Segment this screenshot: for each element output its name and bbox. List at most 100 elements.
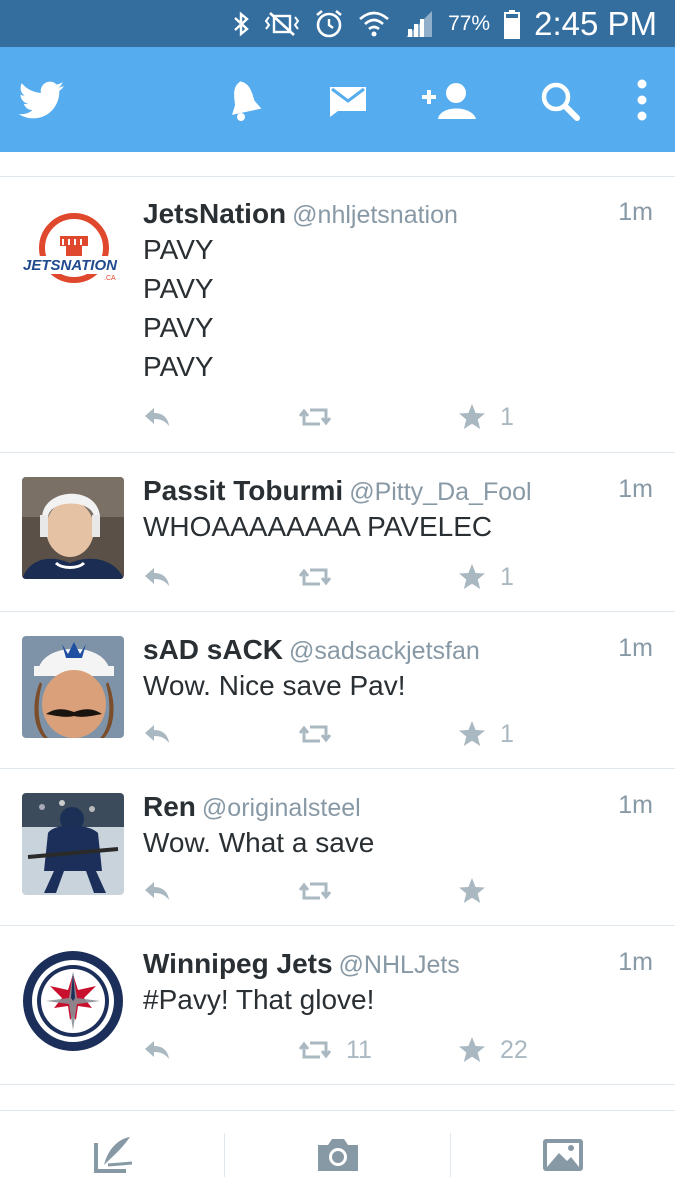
tweet-actions: 11 22 [143,1034,643,1066]
timeline: JETSNATION .CA JetsNation @nhljetsnation … [0,176,675,1085]
tweet-actions: 1 [143,401,643,433]
tweet-author[interactable]: Ren @originalsteel [143,791,361,823]
reply-button[interactable] [143,1034,171,1066]
reply-button[interactable] [143,561,171,593]
tweet-author[interactable]: JetsNation @nhljetsnation [143,198,458,230]
bottom-bar-divider [450,1133,451,1177]
tweet-text-line: Wow. What a save [143,827,375,858]
favorite-button[interactable]: 1 [458,561,514,593]
tweet-text: Wow. Nice save Pav! [143,666,405,705]
tweet-timestamp: 1m [618,634,653,662]
tweet-author[interactable]: Passit Toburmi @Pitty_Da_Fool [143,475,532,507]
tweet[interactable]: Winnipeg Jets @NHLJets 1m #Pavy! That glo… [0,926,675,1085]
search-icon[interactable] [540,81,580,121]
tweet-actions: 1 [143,561,643,593]
retweet-icon [298,882,332,900]
retweet-button[interactable] [298,401,346,433]
favorite-button[interactable]: 1 [458,718,514,750]
tweet[interactable]: JETSNATION .CA JetsNation @nhljetsnation … [0,176,675,453]
favorite-count: 1 [500,719,514,748]
tweet-author-handle[interactable]: @nhljetsnation [292,201,458,229]
tweet-timestamp: 1m [618,475,653,503]
tweet-author[interactable]: Winnipeg Jets @NHLJets [143,948,460,980]
tweet-author-handle[interactable]: @Pitty_Da_Fool [349,478,531,506]
battery-icon [504,9,521,39]
star-icon [459,404,485,429]
avatar[interactable] [22,636,124,738]
retweet-icon [298,725,332,743]
battery-percent: 77% [448,11,491,35]
tweet-author-name[interactable]: JetsNation [143,198,286,229]
avatar-photo [22,636,124,738]
tweet-text-line: PAVY [143,351,214,382]
clock: 2:45 PM [534,4,657,42]
retweet-button[interactable] [298,875,346,907]
star-icon [459,1037,485,1062]
avatar[interactable] [22,793,124,895]
tweet-author-handle[interactable]: @originalsteel [202,794,361,822]
favorite-button[interactable]: 22 [458,1034,528,1066]
avatar-photo [22,793,124,895]
jetsnation-logo: JETSNATION .CA [22,208,124,310]
tweet-timestamp: 1m [618,948,653,976]
avatar[interactable] [22,477,124,579]
reply-button[interactable] [143,401,171,433]
tweet-author-handle[interactable]: @NHLJets [339,951,460,979]
compose-tweet-icon[interactable] [92,1135,134,1175]
camera-icon[interactable] [316,1137,360,1173]
retweet-icon [298,1041,332,1059]
tweet-actions [143,875,643,907]
tweet-text-line: PAVY [143,312,214,343]
signal-icon [406,10,433,37]
tweet-text-line: Wow. Nice save Pav! [143,670,406,701]
twitter-logo-icon[interactable] [19,81,65,119]
reply-icon [145,882,169,900]
reply-icon [145,725,169,743]
tweet-author-handle[interactable]: @sadsackjetsfan [289,637,480,665]
reply-icon [145,408,169,426]
avatar-logo-subtext: .CA [104,275,116,282]
tweet-author-name[interactable]: Passit Toburmi [143,475,343,506]
tweet[interactable]: sAD sACK @sadsackjetsfan 1m Wow. Nice sav… [0,612,675,769]
tweet-timestamp: 1m [618,198,653,226]
notifications-bell-icon[interactable] [226,79,262,121]
bluetooth-icon [234,10,249,37]
tweet-author-name[interactable]: Ren [143,791,196,822]
overflow-menu-icon[interactable] [636,79,648,121]
tweet-text-line: #Pavy! That glove! [143,984,375,1015]
favorite-button[interactable]: 1 [458,401,514,433]
avatar[interactable] [22,950,124,1052]
favorite-count: 22 [500,1035,528,1064]
star-icon [459,564,485,589]
retweet-icon [298,408,332,426]
tweet-text: Wow. What a save [143,823,374,862]
reply-button[interactable] [143,875,171,907]
tweet-text-line: PAVY [143,273,214,304]
favorite-button[interactable] [458,875,500,907]
winnipeg-jets-logo [23,951,123,1051]
favorite-count: 1 [500,402,514,431]
tweet[interactable]: Passit Toburmi @Pitty_Da_Fool 1m WHOAAAAA… [0,453,675,612]
retweet-button[interactable] [298,718,346,750]
alarm-icon [316,9,342,37]
feed-top-gap [0,152,675,177]
app-bar [0,47,675,152]
tweet-author-name[interactable]: sAD sACK [143,634,283,665]
tweet-author-name[interactable]: Winnipeg Jets [143,948,333,979]
tweet-actions: 1 [143,718,643,750]
tweet[interactable]: Ren @originalsteel 1m Wow. What a save [0,769,675,926]
retweet-button[interactable]: 11 [298,1034,372,1066]
reply-button[interactable] [143,718,171,750]
tweet-text: #Pavy! That glove! [143,980,374,1019]
gallery-image-icon[interactable] [541,1137,585,1173]
vibrate-mute-icon [264,11,300,36]
bottom-bar [0,1110,675,1201]
tweet-text: PAVY PAVY PAVY PAVY [143,230,214,386]
avatar[interactable]: JETSNATION .CA [22,208,124,310]
retweet-button[interactable] [298,561,346,593]
add-user-icon[interactable] [420,81,478,121]
star-icon [459,721,485,746]
status-bar: 77% 2:45 PM [0,0,675,47]
messages-envelope-icon[interactable] [328,83,368,119]
tweet-author[interactable]: sAD sACK @sadsackjetsfan [143,634,480,666]
